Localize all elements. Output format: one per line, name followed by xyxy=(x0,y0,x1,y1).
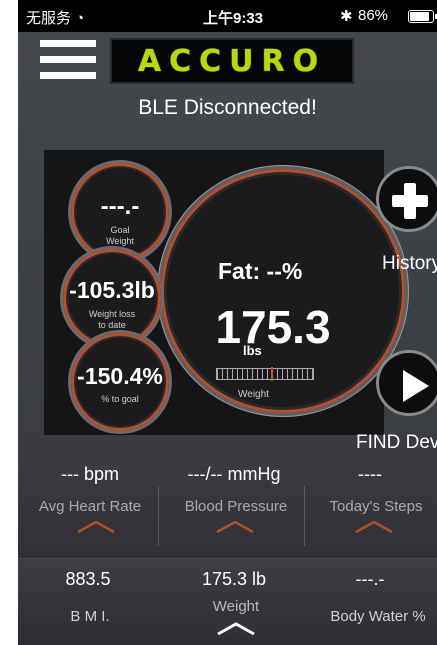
weight-unit: lbs xyxy=(243,343,262,358)
percent-to-goal-value: -150.4% xyxy=(77,363,163,389)
chevron-up-icon[interactable] xyxy=(215,520,255,534)
weight-ruler-icon xyxy=(216,367,314,381)
goal-weight-label: Goal Weight xyxy=(106,225,134,246)
body-water-value: ---.- xyxy=(355,569,385,589)
percent-to-goal-dial[interactable]: -150.4% % to goal xyxy=(68,330,172,434)
play-icon xyxy=(403,370,429,402)
weight-caption: Weight xyxy=(238,389,269,400)
logo-text: ACCURO xyxy=(137,43,327,79)
chevron-up-icon[interactable] xyxy=(354,520,394,534)
find-device-label[interactable]: FIND Devi xyxy=(356,432,437,454)
divider xyxy=(158,486,159,546)
bluetooth-icon: ✱ xyxy=(340,8,353,25)
accuro-logo: ACCURO xyxy=(110,38,354,84)
clock: 上午9:33 xyxy=(203,10,264,27)
blood-pressure-label[interactable]: Blood Pressure xyxy=(166,498,306,515)
battery-icon xyxy=(408,10,437,23)
heart-rate-value: --- bpm xyxy=(61,464,119,484)
wifi-icon: ◔ xyxy=(75,10,85,27)
status-bar: 无服务 ◔ 上午9:33 ✱ 86% xyxy=(18,0,437,32)
percent-to-goal-label: % to goal xyxy=(101,394,139,404)
weight-loss-value: -105.3lb xyxy=(69,277,155,303)
steps-label[interactable]: Today's Steps xyxy=(306,498,437,515)
steps-value: ---- xyxy=(358,464,382,484)
body-water-label[interactable]: Body Water % xyxy=(308,608,437,625)
find-device-button[interactable] xyxy=(376,350,437,416)
fat-reading: Fat: --% xyxy=(218,258,303,284)
history-label[interactable]: History xyxy=(382,253,437,275)
chevron-up-icon[interactable] xyxy=(76,520,116,534)
goal-weight-value: ---.- xyxy=(100,193,140,220)
weight-reading: 175.3 xyxy=(215,301,331,353)
divider xyxy=(304,486,305,546)
weight-summary-value: 175.3 lb xyxy=(201,569,267,589)
menu-icon[interactable] xyxy=(40,40,96,80)
heart-rate-label[interactable]: Avg Heart Rate xyxy=(20,498,160,515)
battery-percent: 86% xyxy=(358,7,389,24)
bmi-value: 883.5 xyxy=(65,569,111,589)
blood-pressure-value: ---/-- mmHg xyxy=(187,464,281,484)
app-screen: 无服务 ◔ 上午9:33 ✱ 86% ACCURO BLE Disconnect… xyxy=(18,0,437,645)
weight-summary-label[interactable]: Weight xyxy=(166,598,306,615)
chevron-up-icon[interactable] xyxy=(216,622,256,636)
history-button[interactable] xyxy=(376,166,437,232)
carrier-label: 无服务 ◔ xyxy=(26,10,85,27)
bmi-label[interactable]: B M I. xyxy=(20,608,160,625)
weight-loss-label: Weight loss to date xyxy=(88,309,136,330)
ble-status: BLE Disconnected! xyxy=(138,96,317,119)
